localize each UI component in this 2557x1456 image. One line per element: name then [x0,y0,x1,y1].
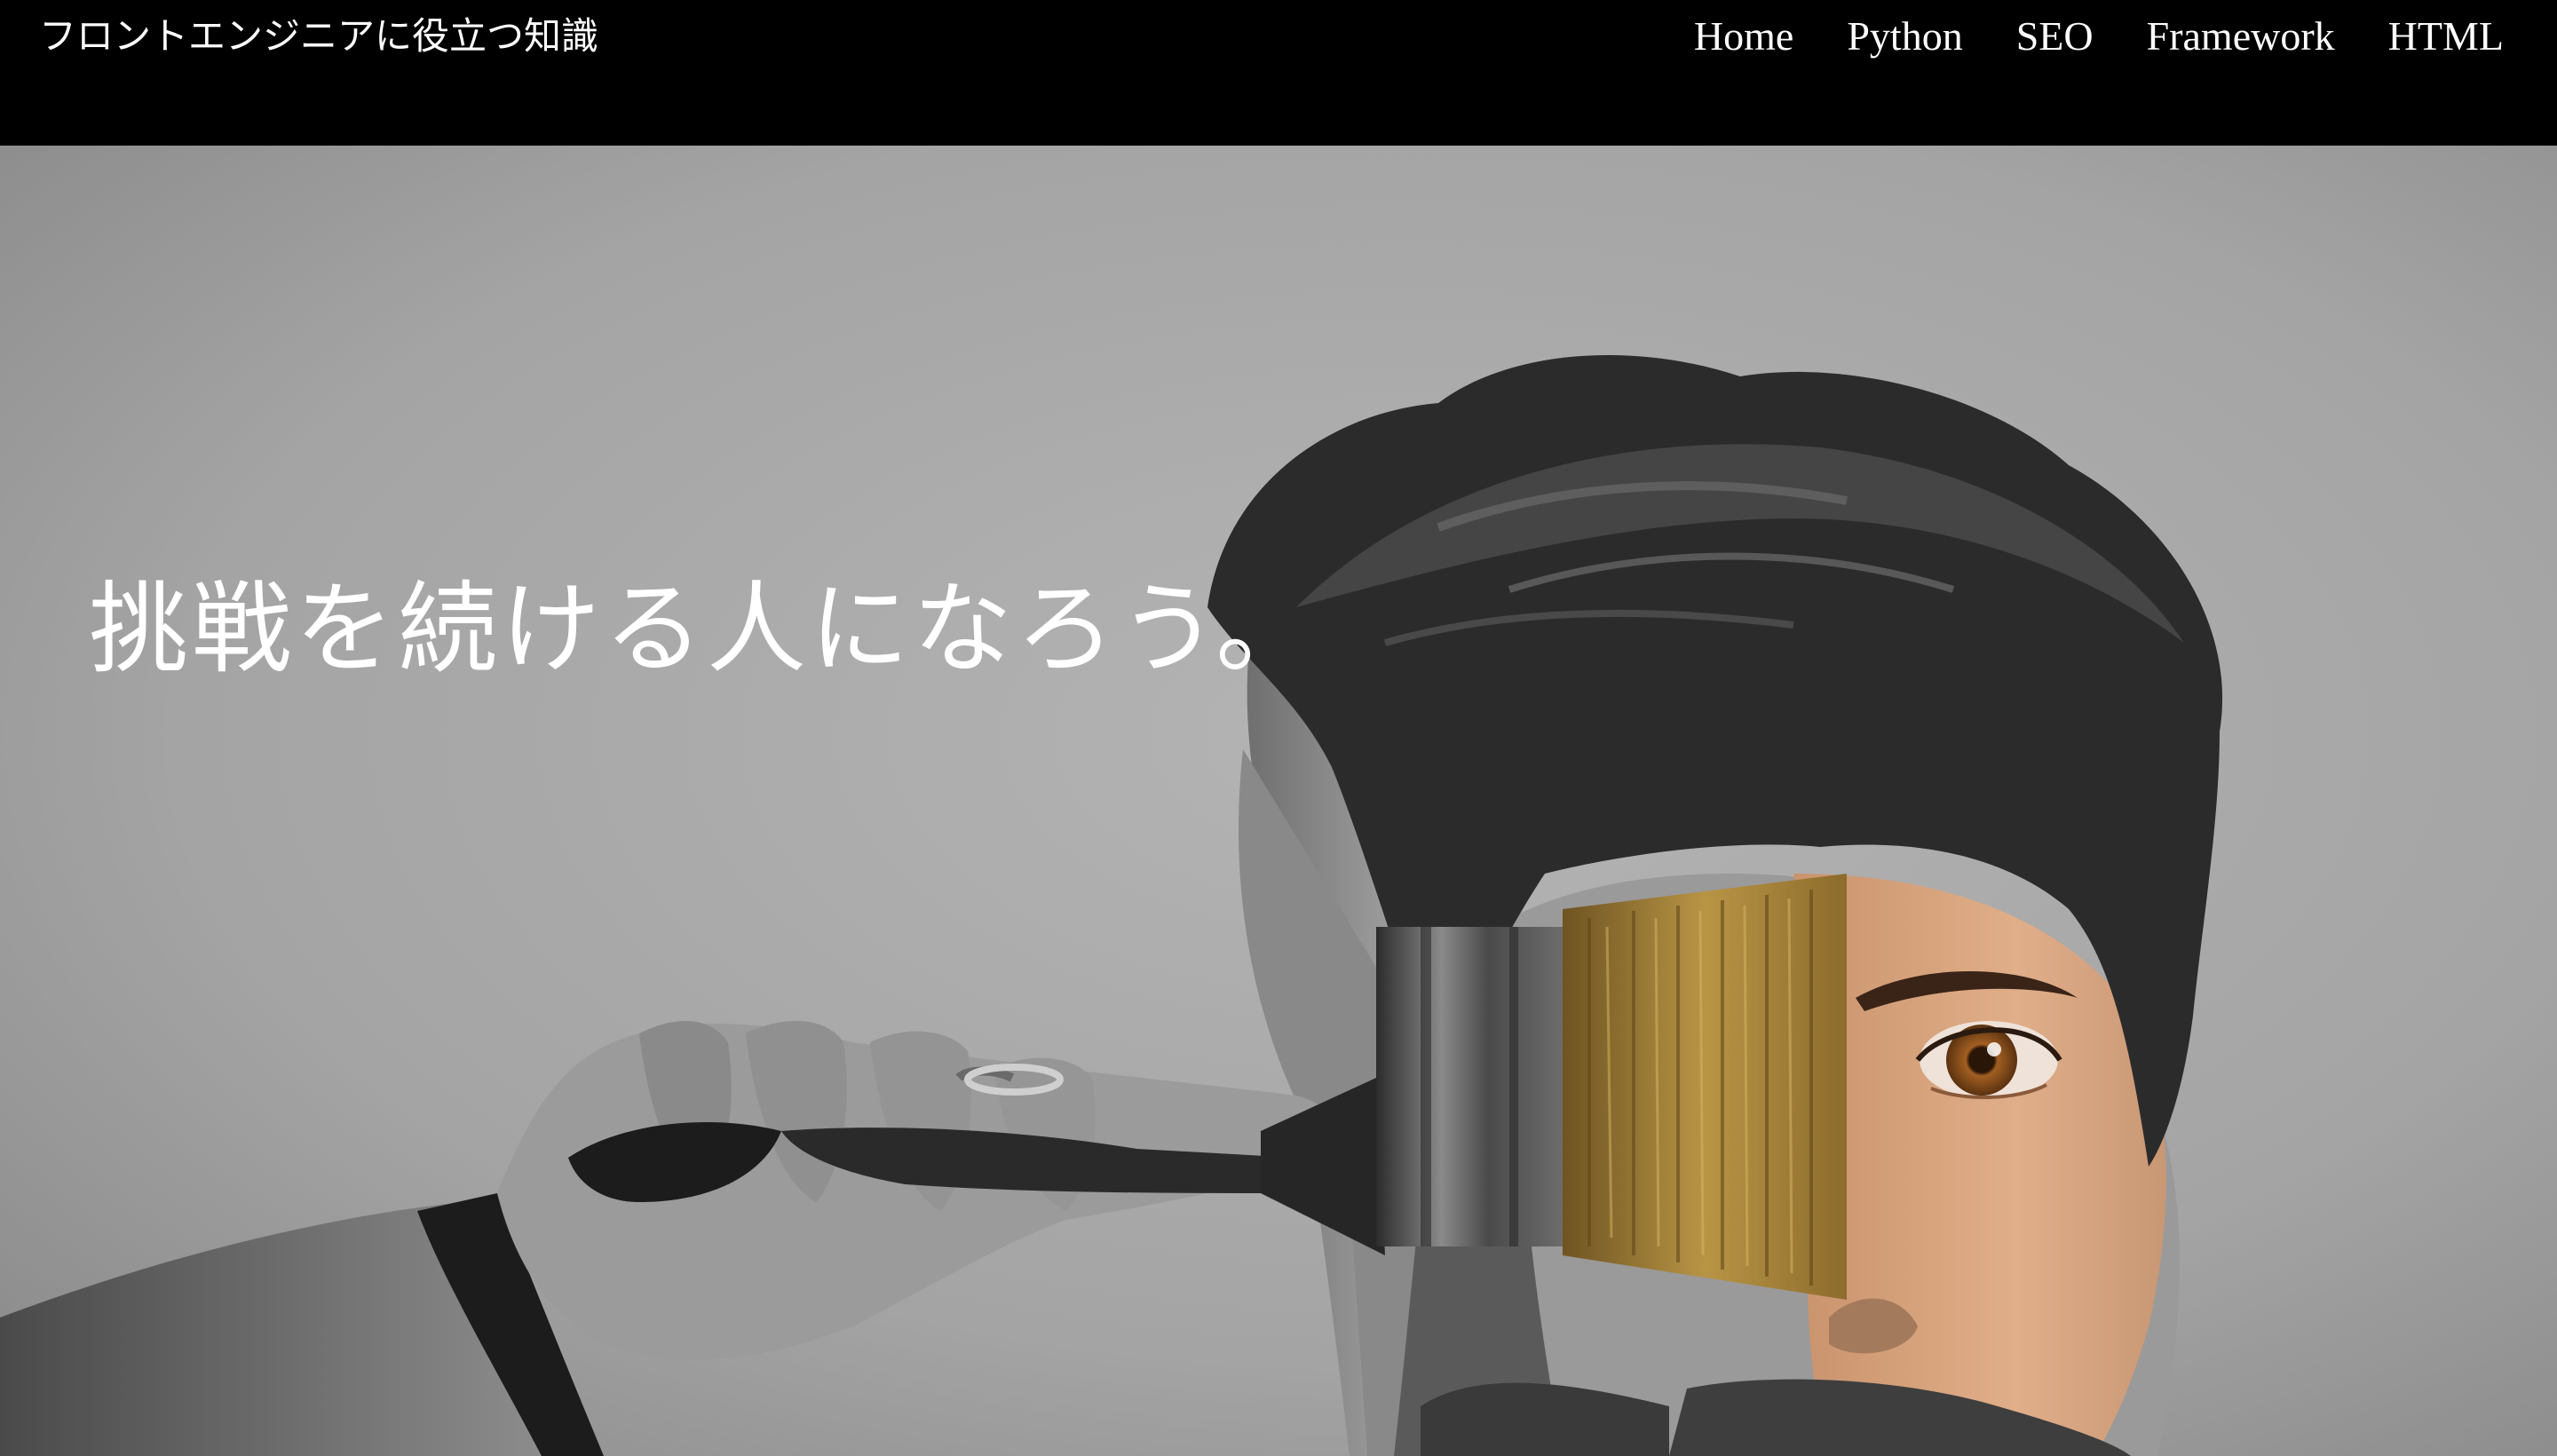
main-nav: Home Python SEO Framework HTML [1694,7,2504,66]
hero-headline: 挑戦を続ける人になろう。 [89,572,1319,687]
site-header: フロントエンジニアに役立つ知識 Home Python SEO Framewor… [0,0,2557,146]
nav-item-home[interactable]: Home [1694,7,1793,66]
nav-item-framework[interactable]: Framework [2147,7,2335,66]
hero-photo [0,146,2557,1456]
nav-item-html[interactable]: HTML [2388,7,2504,66]
nav-item-seo[interactable]: SEO [2016,7,2094,66]
nav-item-python[interactable]: Python [1847,7,1962,66]
hero-section: 挑戦を続ける人になろう。 [0,146,2557,1456]
site-title[interactable]: フロントエンジニアに役立つ知識 [39,7,598,66]
